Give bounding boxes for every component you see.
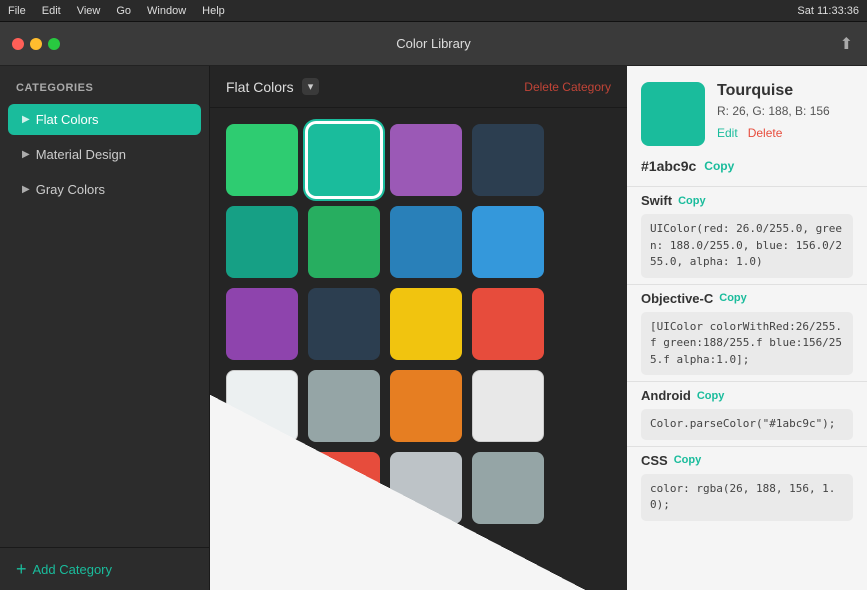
color-swatch[interactable]	[308, 370, 380, 442]
color-swatch[interactable]	[472, 370, 544, 442]
sidebar-item-label: Gray Colors	[36, 182, 105, 197]
window-title: Color Library	[396, 36, 470, 51]
add-category-button[interactable]: + Add Category	[0, 547, 209, 590]
menu-window[interactable]: Window	[147, 5, 186, 17]
sidebar: Categories ▶ Flat Colors ▶ Material Desi…	[0, 66, 210, 590]
menu-go[interactable]: Go	[116, 5, 131, 17]
menu-view[interactable]: View	[77, 5, 101, 17]
detail-section-objc: Objective-C Copy [UIColor colorWithRed:2…	[627, 284, 867, 382]
swift-code: UIColor(red: 26.0/255.0, green: 188.0/25…	[641, 214, 853, 278]
color-swatch[interactable]	[390, 124, 462, 196]
sidebar-item-material-design[interactable]: ▶ Material Design	[8, 139, 201, 170]
color-swatch[interactable]	[472, 288, 544, 360]
menu-edit[interactable]: Edit	[42, 5, 61, 17]
color-swatch[interactable]	[390, 370, 462, 442]
objc-code: [UIColor colorWithRed:26/255.f green:188…	[641, 312, 853, 376]
css-copy-button[interactable]: Copy	[674, 454, 702, 466]
section-title-swift: Swift Copy	[641, 193, 853, 208]
share-icon[interactable]: ⬆	[840, 34, 853, 54]
detail-header: Tourquise R: 26, G: 188, B: 156 Edit Del…	[627, 66, 867, 154]
swift-copy-button[interactable]: Copy	[678, 195, 706, 207]
detail-section-css: CSS Copy color: rgba(26, 188, 156, 1.0);	[627, 446, 867, 527]
menubar-right: Sat 11:33:36	[797, 5, 859, 17]
section-label-swift: Swift	[641, 193, 672, 208]
add-category-label: Add Category	[33, 562, 113, 577]
detail-panel: Tourquise R: 26, G: 188, B: 156 Edit Del…	[627, 66, 867, 590]
color-swatch[interactable]	[226, 206, 298, 278]
menu-file[interactable]: File	[8, 5, 26, 17]
section-label-objc: Objective-C	[641, 291, 713, 306]
sidebar-item-label: Flat Colors	[36, 112, 99, 127]
sidebar-item-label: Material Design	[36, 147, 126, 162]
color-grid-wrapper	[210, 108, 627, 590]
app-window: Color Library ⬆ Categories ▶ Flat Colors…	[0, 22, 867, 590]
delete-category-button[interactable]: Delete Category	[524, 80, 611, 94]
menu-help[interactable]: Help	[202, 5, 225, 17]
section-label-android: Android	[641, 388, 691, 403]
delete-color-button[interactable]: Delete	[748, 126, 783, 140]
chevron-right-icon: ▶	[22, 149, 30, 160]
color-swatch[interactable]	[226, 370, 298, 442]
color-swatch[interactable]	[226, 452, 298, 524]
hex-value: #1abc9c	[641, 158, 696, 174]
android-code: Color.parseColor("#1abc9c");	[641, 409, 853, 440]
color-grid-dropdown[interactable]: ▾	[302, 78, 320, 95]
css-code: color: rgba(26, 188, 156, 1.0);	[641, 474, 853, 521]
detail-info: Tourquise R: 26, G: 188, B: 156 Edit Del…	[717, 82, 853, 140]
detail-color-name: Tourquise	[717, 82, 853, 100]
minimize-button[interactable]	[30, 38, 42, 50]
section-label-css: CSS	[641, 453, 668, 468]
color-swatch[interactable]	[308, 288, 380, 360]
color-swatch[interactable]	[308, 452, 380, 524]
android-copy-button[interactable]: Copy	[697, 390, 725, 402]
sidebar-item-gray-colors[interactable]: ▶ Gray Colors	[8, 174, 201, 205]
color-grid-title: Flat Colors	[226, 79, 294, 95]
detail-rgb: R: 26, G: 188, B: 156	[717, 104, 853, 118]
detail-section-android: Android Copy Color.parseColor("#1abc9c")…	[627, 381, 867, 446]
color-swatch[interactable]	[390, 206, 462, 278]
maximize-button[interactable]	[48, 38, 60, 50]
section-title-android: Android Copy	[641, 388, 853, 403]
color-swatch[interactable]	[472, 124, 544, 196]
color-grid	[210, 108, 627, 540]
color-grid-header: Flat Colors ▾ Delete Category	[210, 66, 627, 108]
color-swatch-selected[interactable]	[308, 124, 380, 196]
section-title-objc: Objective-C Copy	[641, 291, 853, 306]
chevron-right-icon: ▶	[22, 184, 30, 195]
main-content: Categories ▶ Flat Colors ▶ Material Desi…	[0, 66, 867, 590]
color-swatch[interactable]	[472, 206, 544, 278]
color-swatch[interactable]	[390, 452, 462, 524]
categories-label: Categories	[0, 82, 209, 104]
menubar: File Edit View Go Window Help Sat 11:33:…	[0, 0, 867, 22]
detail-color-swatch	[641, 82, 705, 146]
plus-icon: +	[16, 560, 27, 578]
title-bar: Color Library ⬆	[0, 22, 867, 66]
detail-actions: Edit Delete	[717, 126, 853, 140]
chevron-right-icon: ▶	[22, 114, 30, 125]
traffic-lights	[12, 38, 60, 50]
color-swatch[interactable]	[308, 206, 380, 278]
detail-hex: #1abc9c Copy	[627, 154, 867, 186]
edit-color-button[interactable]: Edit	[717, 126, 738, 140]
dropdown-icon: ▾	[308, 80, 314, 93]
sidebar-item-flat-colors[interactable]: ▶ Flat Colors	[8, 104, 201, 135]
detail-section-swift: Swift Copy UIColor(red: 26.0/255.0, gree…	[627, 186, 867, 284]
color-swatch[interactable]	[226, 288, 298, 360]
close-button[interactable]	[12, 38, 24, 50]
objc-copy-button[interactable]: Copy	[719, 292, 747, 304]
color-swatch[interactable]	[472, 452, 544, 524]
hex-copy-button[interactable]: Copy	[704, 159, 734, 173]
clock: Sat 11:33:36	[797, 5, 859, 17]
section-title-css: CSS Copy	[641, 453, 853, 468]
color-swatch[interactable]	[390, 288, 462, 360]
color-grid-area: Flat Colors ▾ Delete Category	[210, 66, 627, 590]
color-swatch[interactable]	[226, 124, 298, 196]
